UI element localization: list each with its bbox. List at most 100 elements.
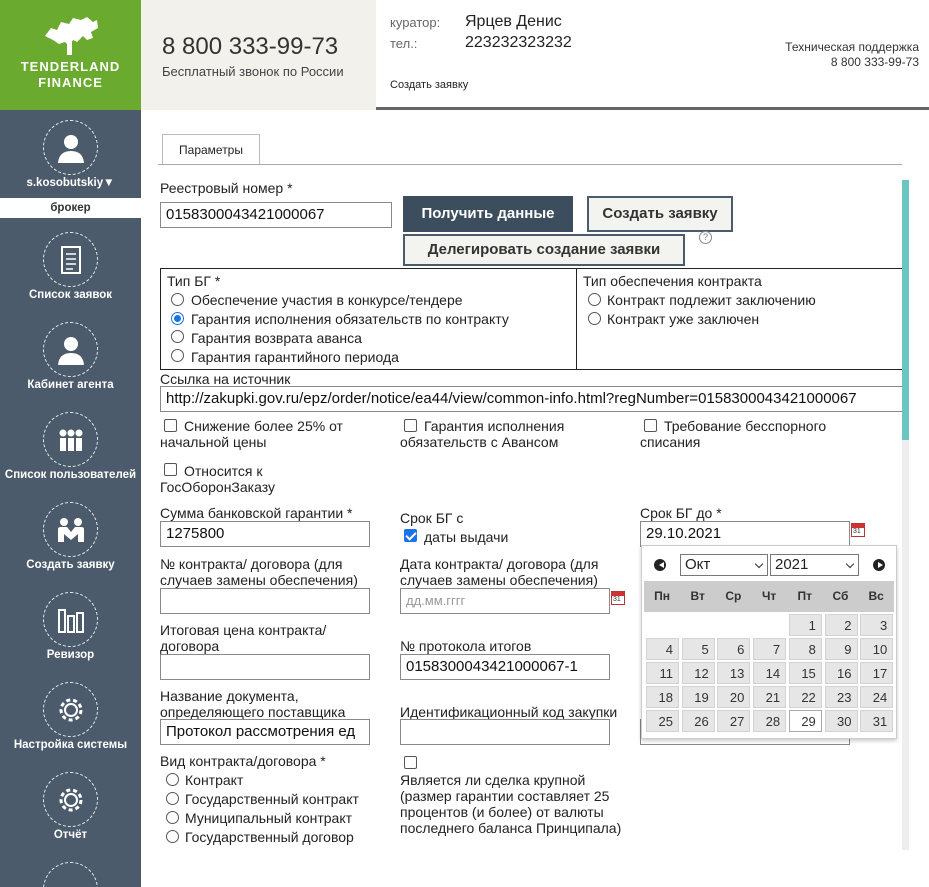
calendar-day[interactable]: 31 — [860, 710, 894, 732]
sidebar-label-requests[interactable]: Список заявок — [0, 289, 141, 301]
calendar-day[interactable]: 15 — [788, 662, 822, 684]
calendar-day[interactable]: 12 — [681, 662, 715, 684]
contract-kind-radio-3[interactable] — [166, 830, 179, 843]
sidebar-item-users[interactable] — [43, 412, 98, 467]
bg-type-radio-0[interactable] — [171, 293, 184, 306]
create-request-button[interactable]: Создать заявку — [587, 196, 733, 232]
bg-type-radio-3[interactable] — [171, 349, 184, 362]
calendar-day[interactable]: 10 — [860, 638, 894, 660]
calendar-day[interactable]: 25 — [646, 710, 679, 732]
contract-date-input[interactable]: дд.мм.гггг — [400, 588, 610, 614]
contract-no-input[interactable] — [160, 588, 370, 614]
contract-kind-radio-2[interactable] — [166, 811, 179, 824]
final-price-label: Итоговая цена контракта/ договора — [160, 622, 327, 654]
calendar-day[interactable]: 1 — [788, 614, 822, 636]
calendar-day[interactable]: 29 — [788, 710, 822, 732]
doc-name-label: Название документа, определяющего постав… — [160, 688, 346, 720]
security-radio-0[interactable] — [588, 293, 601, 306]
help-icon[interactable]: ? — [699, 231, 712, 244]
major-deal-label: Является ли сделка крупной (размер гаран… — [400, 772, 622, 836]
calendar-day[interactable]: 28 — [753, 710, 787, 732]
term-to-label: Срок БГ до * — [640, 505, 722, 521]
calendar-day[interactable]: 9 — [824, 638, 858, 660]
sidebar-label-auditor[interactable]: Ревизор — [0, 649, 141, 661]
major-deal-checkbox[interactable] — [404, 756, 417, 769]
contract-kind-radio-0[interactable] — [166, 773, 179, 786]
month-select[interactable]: Окт — [680, 554, 768, 576]
amount-input[interactable]: 1275800 — [160, 521, 370, 547]
sidebar-label-settings[interactable]: Настройка системы — [0, 739, 141, 751]
sidebar-item-auditor[interactable] — [43, 592, 98, 647]
sidebar-label-agent[interactable]: Кабинет агента — [0, 379, 141, 391]
sidebar-item-more[interactable] — [43, 862, 98, 887]
sidebar-item-agent[interactable] — [43, 322, 98, 377]
scrollbar-thumb[interactable] — [902, 180, 909, 440]
support-phone: 8 800 333-99-73 — [830, 55, 919, 69]
calendar-day[interactable]: 21 — [753, 686, 787, 708]
tab-params[interactable]: Параметры — [162, 134, 260, 165]
calendar-icon[interactable]: 31 — [611, 591, 625, 605]
sidebar-label-create[interactable]: Создать заявку — [0, 559, 141, 571]
contract-no-label: № контракта/ договора (для случаев замен… — [160, 556, 358, 588]
prev-month-icon[interactable] — [654, 559, 666, 571]
bg-type-divider — [576, 268, 577, 370]
tel-label: тел.: — [390, 36, 418, 51]
next-month-icon[interactable] — [873, 559, 885, 571]
calendar-day[interactable]: 3 — [860, 614, 894, 636]
sidebar-item-create[interactable] — [43, 502, 98, 557]
final-price-input[interactable] — [160, 654, 370, 680]
calendar-day[interactable]: 27 — [717, 710, 751, 732]
calendar-day[interactable]: 30 — [824, 710, 858, 732]
security-option-1: Контракт уже заключен — [607, 311, 760, 327]
create-request-link[interactable]: Создать заявку — [390, 79, 468, 91]
logo[interactable]: TENDERLAND FINANCE — [0, 0, 141, 110]
sidebar-label-report[interactable]: Отчёт — [0, 829, 141, 841]
calendar-day[interactable]: 19 — [681, 686, 715, 708]
user-avatar[interactable] — [43, 120, 98, 175]
source-input[interactable]: http://zakupki.gov.ru/epz/order/notice/e… — [160, 386, 903, 412]
tab-divider — [158, 164, 902, 165]
calendar-day[interactable]: 26 — [681, 710, 715, 732]
contract-kind-radio-1[interactable] — [166, 792, 179, 805]
calendar-day[interactable]: 20 — [717, 686, 751, 708]
protocol-input[interactable]: 0158300043421000067-1 — [400, 654, 610, 680]
sidebar-item-report[interactable] — [43, 772, 98, 827]
term-from-checkbox[interactable] — [404, 529, 417, 542]
bg-type-option-0: Обеспечение участия в конкурсе/тендере — [191, 292, 463, 308]
user-menu[interactable]: s.kosobutskiy▼ — [0, 177, 141, 189]
calendar-day[interactable]: 14 — [753, 662, 787, 684]
bg-type-radio-2[interactable] — [171, 330, 184, 343]
calendar-day[interactable]: 11 — [646, 662, 679, 684]
purchase-id-input[interactable] — [400, 719, 610, 745]
sidebar-label-users[interactable]: Список пользователей — [0, 469, 141, 481]
calendar-day[interactable]: 8 — [788, 638, 822, 660]
calendar-day[interactable]: 7 — [753, 638, 787, 660]
contract-kind-3: Государственный договор — [185, 829, 354, 845]
registry-input[interactable]: 0158300043421000067 — [160, 202, 392, 228]
logo-text-1: TENDERLAND — [20, 59, 121, 74]
calendar-day[interactable]: 13 — [717, 662, 751, 684]
contract-date-label: Дата контракта/ договора (для случаев за… — [400, 556, 599, 588]
security-radio-1[interactable] — [588, 312, 601, 325]
doc-name-input[interactable]: Протокол рассмотрения ед — [160, 719, 370, 745]
calendar-day[interactable]: 17 — [860, 662, 894, 684]
delegate-button[interactable]: Делегировать создание заявки — [403, 234, 685, 266]
calendar-day[interactable]: 22 — [788, 686, 822, 708]
indisputable-label: Требование бесспорного списания — [640, 418, 827, 450]
calendar-day[interactable]: 18 — [646, 686, 679, 708]
calendar-day[interactable]: 23 — [824, 686, 858, 708]
year-select[interactable]: 2021 — [770, 554, 859, 576]
sidebar-item-settings[interactable] — [43, 682, 98, 737]
calendar-day[interactable]: 6 — [717, 638, 751, 660]
curator-label: куратор: — [390, 15, 441, 30]
bg-type-radio-1[interactable] — [171, 312, 184, 325]
calendar-day[interactable]: 2 — [824, 614, 858, 636]
get-data-button[interactable]: Получить данные — [403, 196, 573, 232]
calendar-day[interactable]: 5 — [681, 638, 715, 660]
calendar-day[interactable]: 24 — [860, 686, 894, 708]
calendar-day[interactable]: 4 — [646, 638, 679, 660]
calendar-icon[interactable]: 31 — [851, 523, 865, 537]
calendar-day[interactable]: 16 — [824, 662, 858, 684]
term-to-input[interactable]: 29.10.2021 — [640, 521, 850, 547]
sidebar-item-requests[interactable] — [43, 232, 98, 287]
